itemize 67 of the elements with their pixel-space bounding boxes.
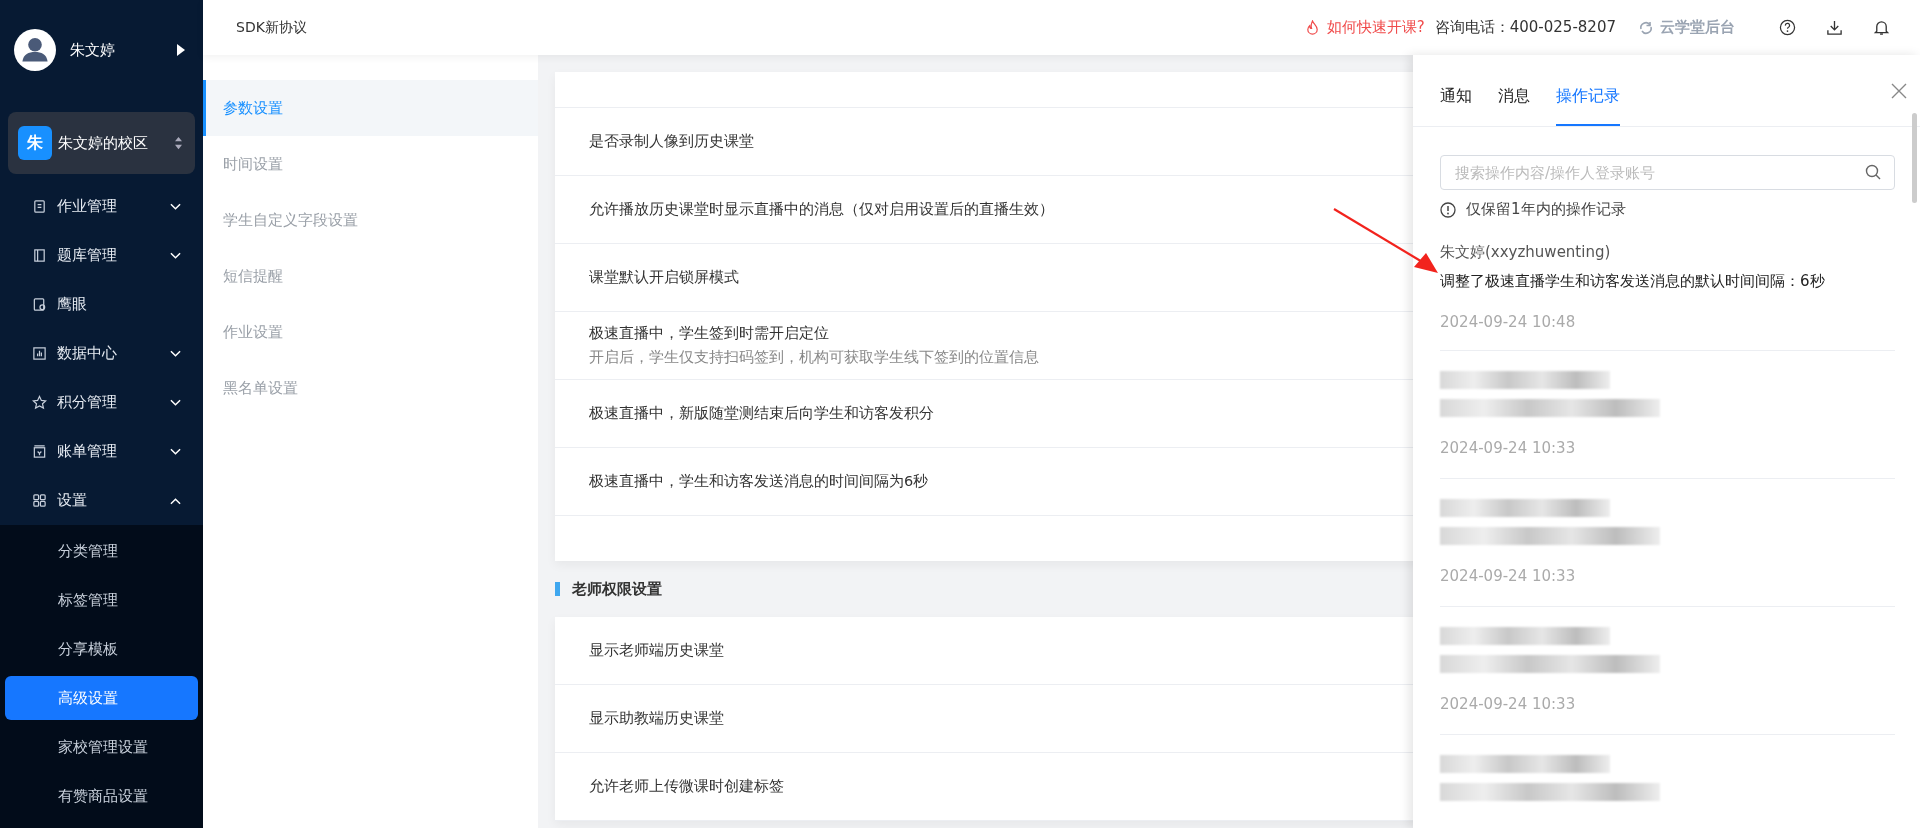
tab[interactable]: 消息 bbox=[1498, 86, 1530, 126]
user-name[interactable]: 朱文婷 bbox=[70, 40, 163, 60]
chevron-down-icon bbox=[170, 202, 181, 211]
setting-hint: 开启后，学生仅支持扫码签到，机构可获取学生线下签到的位置信息 bbox=[589, 348, 1039, 367]
setting-label: 是否录制人像到历史课堂 bbox=[589, 132, 754, 151]
star-icon bbox=[32, 395, 47, 410]
setting-label: 极速直播中，学生和访客发送消息的时间间隔为6秒 bbox=[589, 472, 929, 491]
setting-label: 极速直播中，新版随堂测结束后向学生和访客发积分 bbox=[589, 404, 934, 423]
chart-icon bbox=[32, 346, 47, 361]
search-field[interactable]: 搜索操作内容/操作人登录账号 bbox=[1440, 155, 1895, 190]
timestamp: 2024-09-24 10:33 bbox=[1440, 439, 1576, 457]
setting-label: 极速直播中，学生签到时需开启定位 bbox=[589, 324, 829, 343]
chevron-down-icon bbox=[170, 251, 181, 260]
help-link[interactable]: 如何快速开课? bbox=[1326, 18, 1425, 37]
submenu-item[interactable]: 有赞商品设置 bbox=[5, 774, 198, 818]
help-icon[interactable] bbox=[1779, 19, 1796, 36]
info-icon bbox=[1440, 201, 1456, 218]
chevron-down-icon bbox=[170, 398, 181, 407]
operator-name: 朱文婷(xxyzhuwenting) bbox=[1440, 243, 1611, 262]
chevron-up-icon bbox=[170, 496, 181, 505]
menu-item[interactable]: 题库管理 bbox=[0, 231, 203, 280]
tab[interactable]: 通知 bbox=[1440, 86, 1472, 126]
setting-label: 允许播放历史课堂时显示直播中的消息（仅对启用设置后的直播生效） bbox=[589, 200, 1054, 219]
section-marker bbox=[555, 582, 560, 596]
menu-item[interactable]: 作业管理 bbox=[0, 182, 203, 231]
section-title: 老师权限设置 bbox=[572, 579, 662, 599]
setting-label: 显示助教端历史课堂 bbox=[589, 709, 724, 728]
caret-icon[interactable] bbox=[177, 44, 185, 56]
download-icon[interactable] bbox=[1826, 19, 1843, 36]
note-text: 仅保留1年内的操作记录 bbox=[1466, 200, 1626, 219]
submenu-item[interactable]: 分享模板 bbox=[5, 627, 198, 671]
book-icon bbox=[32, 248, 47, 263]
grid-icon bbox=[32, 493, 47, 508]
timestamp: 2024-09-24 10:33 bbox=[1440, 695, 1576, 713]
bill-icon bbox=[32, 444, 47, 459]
flame-icon bbox=[1305, 20, 1319, 35]
bell-icon[interactable] bbox=[1873, 19, 1890, 36]
menu-item[interactable]: 账单管理 bbox=[0, 427, 203, 476]
tab[interactable]: 操作记录 bbox=[1556, 86, 1620, 126]
menu-item[interactable]: 数据中心 bbox=[0, 329, 203, 378]
submenu-item[interactable]: 标签管理 bbox=[5, 578, 198, 622]
scrollbar[interactable] bbox=[1912, 113, 1917, 203]
campus-initial-badge: 朱 bbox=[18, 126, 52, 160]
setting-label: 允许老师上传微课时创建标签 bbox=[589, 777, 784, 796]
page-title: SDK新协议 bbox=[236, 18, 307, 37]
list-icon bbox=[32, 199, 47, 214]
timestamp: 2024-09-24 10:48 bbox=[1440, 313, 1576, 331]
setting-label: 显示老师端历史课堂 bbox=[589, 641, 724, 660]
chevron-down-icon bbox=[170, 349, 181, 358]
operation-text: 调整了极速直播学生和访客发送消息的默认时间间隔：6秒 bbox=[1440, 272, 1825, 291]
menu-item[interactable]: 设置 bbox=[0, 476, 203, 525]
eye-icon bbox=[32, 297, 47, 312]
close-icon[interactable] bbox=[1891, 83, 1907, 99]
refresh-icon bbox=[1638, 19, 1654, 36]
campus-switcher[interactable]: 朱 朱文婷的校区 bbox=[8, 112, 195, 174]
sort-caret-icon bbox=[174, 136, 183, 150]
phone-number: 咨询电话：400-025-8207 bbox=[1434, 18, 1616, 37]
search-icon bbox=[1865, 164, 1881, 180]
chevron-down-icon bbox=[170, 447, 181, 456]
submenu-item[interactable]: 分类管理 bbox=[5, 529, 198, 573]
avatar-icon[interactable] bbox=[14, 29, 56, 71]
submenu-item[interactable]: 高级设置 bbox=[5, 676, 198, 720]
setting-label: 课堂默认开启锁屏模式 bbox=[589, 268, 739, 287]
timestamp: 2024-09-24 10:33 bbox=[1440, 567, 1576, 585]
submenu-item[interactable]: 家校管理设置 bbox=[5, 725, 198, 769]
menu-item[interactable]: 积分管理 bbox=[0, 378, 203, 427]
menu-item[interactable]: 鹰眼 bbox=[0, 280, 203, 329]
